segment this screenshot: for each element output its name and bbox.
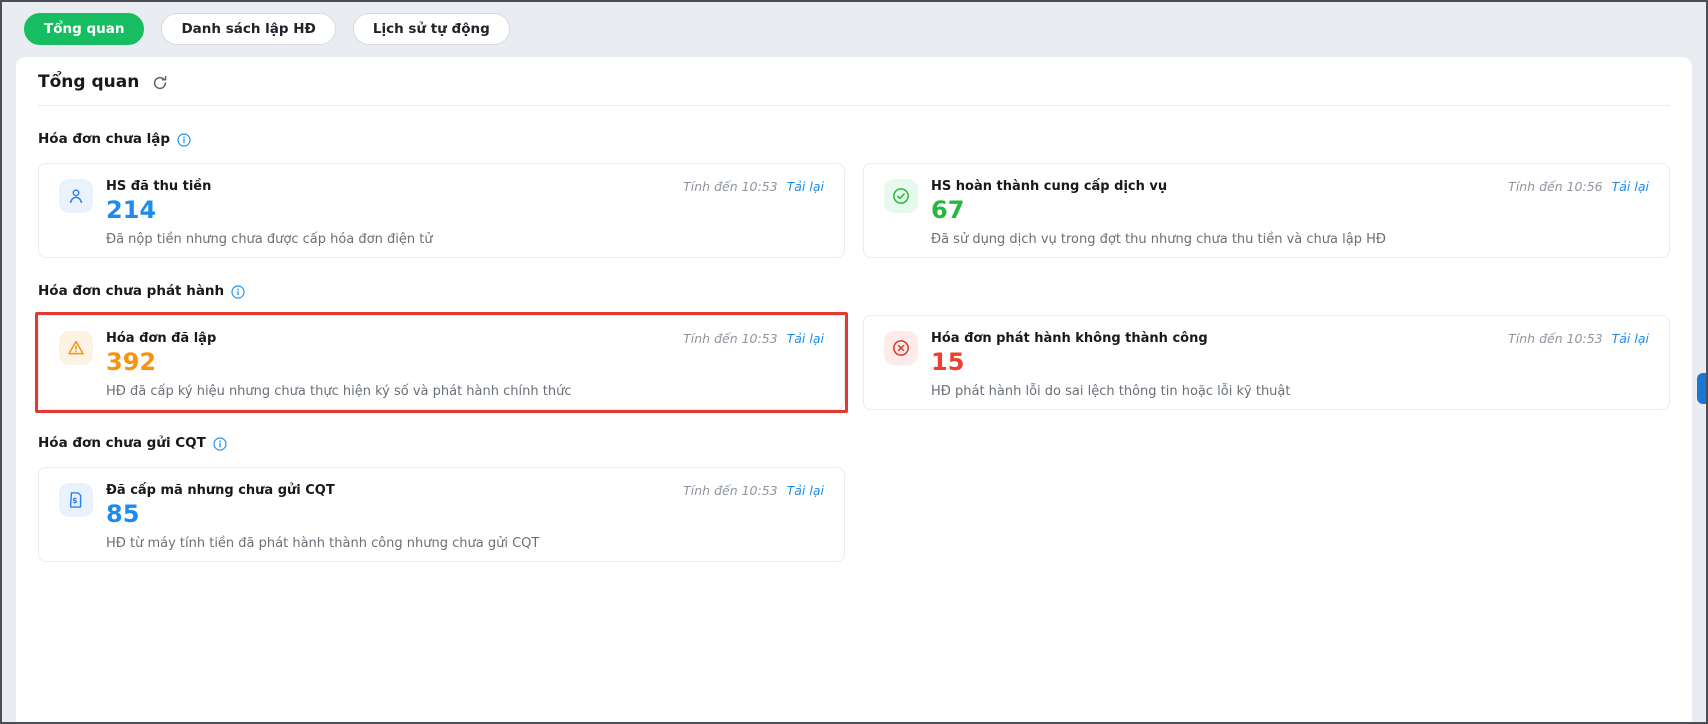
card-count: 67 (931, 198, 1649, 223)
user-icon (59, 179, 93, 213)
section-hoa-don-chua-phat-hanh: Hóa đơn chưa phát hành (38, 283, 1670, 410)
card-title: HS hoàn thành cung cấp dịch vụ (931, 179, 1167, 195)
section-hoa-don-chua-gui-cqt: Hóa đơn chưa gửi CQT $ (38, 435, 1670, 562)
card-title: Đã cấp mã nhưng chưa gửi CQT (106, 483, 335, 499)
app-screen: Tổng quan Danh sách lập HĐ Lịch sử tự độ… (0, 0, 1708, 724)
card-count: 214 (106, 198, 824, 223)
as-of-timestamp: Tính đến 10:56 (1508, 179, 1602, 194)
reload-link[interactable]: Tải lại (787, 483, 824, 498)
card-count: 85 (106, 502, 824, 527)
card-count: 392 (106, 350, 824, 375)
view-tabbar: Tổng quan Danh sách lập HĐ Lịch sử tự độ… (24, 13, 510, 45)
invoice-dollar-icon: $ (59, 483, 93, 517)
svg-text:$: $ (72, 496, 78, 505)
reload-link[interactable]: Tải lại (787, 331, 824, 346)
card-hoa-don-da-lap[interactable]: Hóa đơn đã lập Tính đến 10:53 Tải lại 392… (38, 315, 845, 410)
empty-grid-cell (863, 467, 1670, 562)
warning-triangle-icon (59, 331, 93, 365)
card-count: 15 (931, 350, 1649, 375)
card-description: HĐ đã cấp ký hiệu nhưng chưa thực hiện k… (106, 384, 824, 400)
card-hs-hoan-thanh-dich-vu[interactable]: HS hoàn thành cung cấp dịch vụ Tính đến … (863, 163, 1670, 258)
reload-link[interactable]: Tải lại (1612, 179, 1649, 194)
info-icon[interactable] (213, 437, 227, 451)
card-description: Đã sử dụng dịch vụ trong đợt thu nhưng c… (931, 232, 1649, 248)
section-heading: Hóa đơn chưa gửi CQT (38, 435, 206, 451)
reload-link[interactable]: Tải lại (1612, 331, 1649, 346)
tab-tong-quan[interactable]: Tổng quan (24, 13, 144, 45)
card-title: Hóa đơn phát hành không thành công (931, 331, 1208, 347)
refresh-icon[interactable] (152, 75, 168, 91)
card-description: HĐ phát hành lỗi do sai lệch thông tin h… (931, 384, 1649, 400)
tab-lich-su-tu-dong[interactable]: Lịch sử tự động (353, 13, 510, 45)
section-hoa-don-chua-lap: Hóa đơn chưa lập (38, 131, 1670, 258)
page-title: Tổng quan (38, 72, 139, 92)
x-circle-icon (884, 331, 918, 365)
card-hs-da-thu-tien[interactable]: HS đã thu tiền Tính đến 10:53 Tải lại 214… (38, 163, 845, 258)
card-title: HS đã thu tiền (106, 179, 211, 195)
as-of-timestamp: Tính đến 10:53 (683, 179, 777, 194)
as-of-timestamp: Tính đến 10:53 (1508, 331, 1602, 346)
card-title: Hóa đơn đã lập (106, 331, 216, 347)
overview-panel: Tổng quan Hóa đơn chưa lập (16, 57, 1692, 722)
header-divider (38, 105, 1670, 106)
card-description: HĐ từ máy tính tiền đã phát hành thành c… (106, 536, 824, 552)
side-panel-handle[interactable] (1697, 373, 1706, 404)
info-icon[interactable] (231, 285, 245, 299)
card-phat-hanh-khong-thanh-cong[interactable]: Hóa đơn phát hành không thành công Tính … (863, 315, 1670, 410)
card-da-cap-ma-chua-gui-cqt[interactable]: $ Đã cấp mã nhưng chưa gửi CQT Tính đến … (38, 467, 845, 562)
info-icon[interactable] (177, 133, 191, 147)
as-of-timestamp: Tính đến 10:53 (683, 331, 777, 346)
as-of-timestamp: Tính đến 10:53 (683, 483, 777, 498)
check-circle-icon (884, 179, 918, 213)
section-heading: Hóa đơn chưa lập (38, 131, 170, 147)
panel-header: Tổng quan (38, 72, 1670, 92)
section-heading: Hóa đơn chưa phát hành (38, 283, 224, 299)
tab-danh-sach-lap-hd[interactable]: Danh sách lập HĐ (161, 13, 335, 45)
card-description: Đã nộp tiền nhưng chưa được cấp hóa đơn … (106, 232, 824, 248)
reload-link[interactable]: Tải lại (787, 179, 824, 194)
